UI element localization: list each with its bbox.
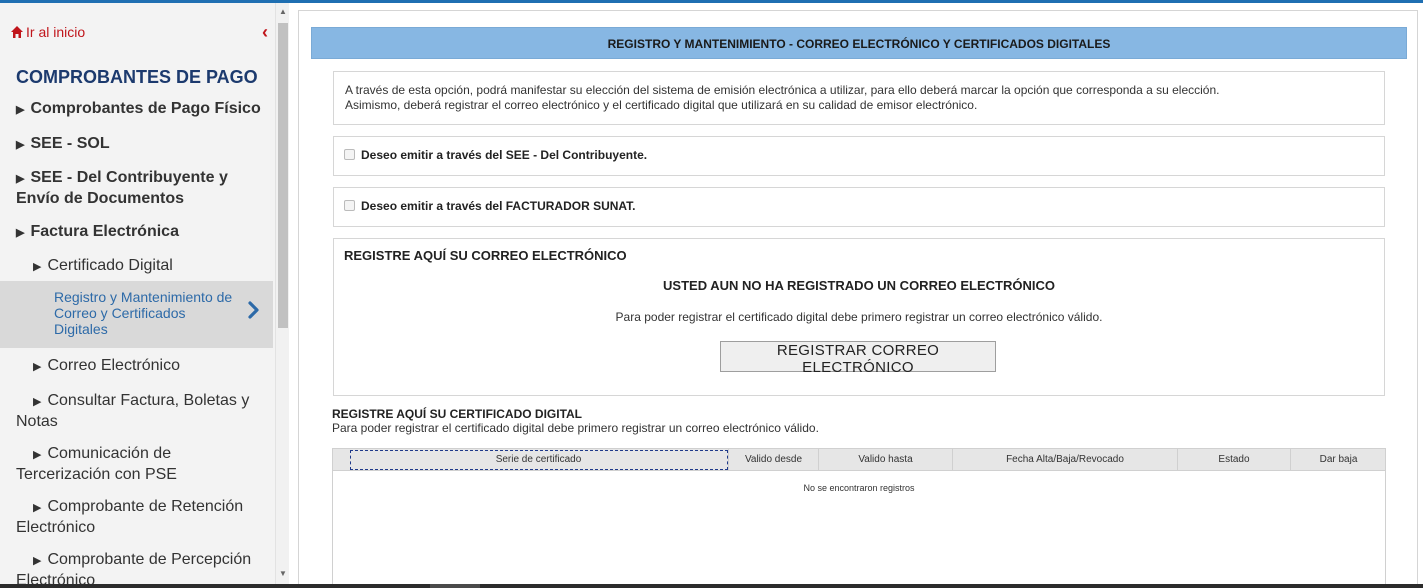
- certificate-note: Para poder registrar el certificado digi…: [332, 421, 819, 435]
- sidebar-section-title: COMPROBANTES DE PAGO: [16, 67, 258, 87]
- email-register-box: REGISTRE AQUÍ SU CORREO ELECTRÓNICO USTE…: [333, 238, 1385, 396]
- sidebar-item-label: Correo Electrónico: [47, 357, 180, 374]
- bottom-taskbar-strip: [0, 584, 1423, 588]
- triangle-right-icon: ▶: [33, 396, 42, 408]
- scrollbar-thumb[interactable]: [278, 23, 288, 328]
- sidebar-subitem-retencion[interactable]: ▶ Comprobante de Retención Electrónico: [16, 497, 266, 537]
- scroll-up-arrow-icon[interactable]: ▲: [279, 7, 287, 16]
- sidebar-item-label: SEE - SOL: [30, 135, 110, 152]
- option-facturador-box: Deseo emitir a través del FACTURADOR SUN…: [333, 187, 1385, 227]
- triangle-right-icon: ▶: [16, 104, 25, 116]
- certificate-table: Serie de certificado Valido desde Valido…: [332, 448, 1386, 588]
- column-header-dar-baja[interactable]: Dar baja: [1291, 449, 1386, 471]
- sidebar-item-label: SEE - Del Contribuyente y Envío de Docum…: [16, 169, 228, 207]
- column-header-estado[interactable]: Estado: [1178, 449, 1291, 471]
- taskbar-segment: [430, 584, 480, 588]
- chevron-left-icon[interactable]: ‹: [262, 23, 268, 41]
- option-contribuyente[interactable]: Deseo emitir a través del SEE - Del Cont…: [344, 148, 647, 162]
- facturador-checkbox[interactable]: [344, 200, 355, 211]
- sidebar-subitem-percepcion[interactable]: ▶ Comprobante de Percepción Electrónico: [16, 550, 266, 588]
- home-link[interactable]: Ir al inicio ‹: [10, 23, 272, 45]
- column-header-fecha[interactable]: Fecha Alta/Baja/Revocado: [953, 449, 1178, 471]
- intro-text: A través de esta opción, podrá manifesta…: [345, 83, 1355, 113]
- sidebar-subitem-registro-mantenimiento[interactable]: Registro y Mantenimiento de Correo y Cer…: [0, 281, 273, 348]
- table-empty-message: No se encontraron registros: [803, 483, 915, 493]
- column-header-valido-desde[interactable]: Valido desde: [729, 449, 819, 471]
- home-icon: [11, 26, 23, 38]
- page-title: REGISTRO Y MANTENIMIENTO - CORREO ELECTR…: [607, 37, 1111, 51]
- triangle-right-icon: ▶: [33, 502, 42, 514]
- option-contribuyente-label: Deseo emitir a través del SEE - Del Cont…: [361, 148, 648, 162]
- sidebar-item-see-contribuyente[interactable]: ▶ SEE - Del Contribuyente y Envío de Docu…: [16, 168, 266, 208]
- option-facturador[interactable]: Deseo emitir a través del FACTURADOR SUN…: [344, 199, 636, 213]
- option-contribuyente-box: Deseo emitir a través del SEE - Del Cont…: [333, 136, 1385, 176]
- contribuyente-checkbox[interactable]: [344, 149, 355, 160]
- intro-line-2: Asimismo, deberá registrar el correo ele…: [345, 98, 978, 112]
- triangle-right-icon: ▶: [16, 227, 25, 239]
- sidebar-item-label: Comprobante de Percepción Electrónico: [16, 551, 252, 588]
- sidebar-item-label: Comprobantes de Pago Físico: [30, 100, 261, 117]
- sidebar-item-label: Comprobante de Retención Electrónico: [16, 498, 244, 536]
- register-email-button[interactable]: REGISTRAR CORREO ELECTRÓNICO: [720, 341, 996, 376]
- scroll-down-arrow-icon[interactable]: ▼: [279, 569, 287, 578]
- triangle-right-icon: ▶: [33, 449, 42, 461]
- certificate-section-title: REGISTRE AQUÍ SU CERTIFICADO DIGITAL: [332, 407, 583, 421]
- sidebar-item-label: Factura Electrónica: [30, 223, 179, 240]
- sidebar-subitem-tercerizacion-pse[interactable]: ▶ Comunicación de Tercerización con PSE: [16, 444, 266, 484]
- triangle-right-icon: ▶: [33, 555, 42, 567]
- option-facturador-label: Deseo emitir a través del FACTURADOR SUN…: [361, 199, 636, 213]
- sidebar-subitem-certificado-digital[interactable]: ▶ Certificado Digital: [33, 256, 268, 277]
- sidebar-subitem-consultar-factura[interactable]: ▶ Consultar Factura, Boletas y Notas: [16, 391, 266, 431]
- chevron-right-icon: [248, 301, 259, 319]
- sidebar-item-see-sol[interactable]: ▶ SEE - SOL: [16, 134, 268, 155]
- column-header-serie[interactable]: Serie de certificado: [349, 449, 729, 471]
- sidebar-item-label: Consultar Factura, Boletas y Notas: [16, 392, 250, 430]
- triangle-right-icon: ▶: [16, 173, 25, 185]
- sidebar-subitem-correo-electronico[interactable]: ▶ Correo Electrónico: [33, 356, 268, 377]
- sidebar-item-comprobantes-fisico[interactable]: ▶ Comprobantes de Pago Físico: [16, 99, 268, 120]
- intro-line-1: A través de esta opción, podrá manifesta…: [345, 83, 1220, 97]
- email-note: Para poder registrar el certificado digi…: [615, 310, 1103, 324]
- sidebar-item-label: Certificado Digital: [47, 257, 173, 274]
- sidebar-scrollbar[interactable]: ▲ ▼: [275, 3, 289, 588]
- triangle-right-icon: ▶: [33, 261, 42, 273]
- sidebar-item-factura-electronica[interactable]: ▶ Factura Electrónica: [16, 222, 268, 243]
- home-link-label: Ir al inicio: [26, 24, 86, 40]
- triangle-right-icon: ▶: [33, 361, 42, 373]
- triangle-right-icon: ▶: [16, 139, 25, 151]
- page-header-bar: REGISTRO Y MANTENIMIENTO - CORREO ELECTR…: [311, 27, 1407, 59]
- email-warning: USTED AUN NO HA REGISTRADO UN CORREO ELE…: [663, 278, 1055, 293]
- sidebar: Ir al inicio ‹ COMPROBANTES DE PAGO ▶ Com…: [0, 3, 275, 588]
- table-header-row: Serie de certificado Valido desde Valido…: [333, 449, 1385, 471]
- column-header-valido-hasta[interactable]: Valido hasta: [819, 449, 953, 471]
- intro-box: A través de esta opción, podrá manifesta…: [333, 71, 1385, 125]
- sidebar-item-label: Registro y Mantenimiento de Correo y Cer…: [54, 289, 233, 337]
- email-section-title: REGISTRE AQUÍ SU CORREO ELECTRÓNICO: [344, 248, 627, 263]
